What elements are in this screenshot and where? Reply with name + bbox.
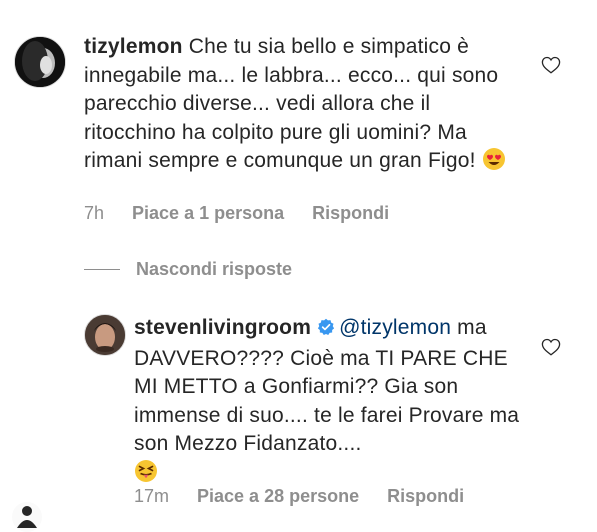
likes-count-link[interactable]: Piace a 1 persona (132, 203, 284, 224)
comment-meta: 7h Piace a 1 persona Rispondi (84, 203, 389, 224)
heart-eyes-emoji (482, 147, 506, 180)
likes-count-link[interactable]: Piace a 28 persone (197, 486, 359, 507)
hide-replies-button[interactable]: Nascondi risposte (84, 259, 292, 280)
like-heart-icon[interactable] (541, 56, 561, 79)
avatar[interactable] (84, 314, 126, 356)
divider-line (84, 269, 120, 270)
comment-time[interactable]: 7h (84, 203, 104, 224)
reply-meta: 17m Piace a 28 persone Rispondi (134, 486, 464, 507)
comment-username[interactable]: tizylemon (84, 35, 183, 58)
reply-button[interactable]: Rispondi (312, 203, 389, 224)
reply-time[interactable]: 17m (134, 486, 169, 507)
reply-button[interactable]: Rispondi (387, 486, 464, 507)
reply-item: stevenlivingroom @tizylemon ma DAVVERO???… (0, 300, 597, 518)
comment-text: tizylemon Che tu sia bello e simpatico è… (84, 33, 524, 180)
mention-link[interactable]: @tizylemon (339, 316, 451, 339)
avatar[interactable] (14, 36, 66, 88)
verified-badge-icon (317, 316, 335, 345)
reply-text: stevenlivingroom @tizylemon ma DAVVERO???… (134, 314, 524, 492)
reply-username[interactable]: stevenlivingroom (134, 316, 311, 339)
comment-item: tizylemon Che tu sia bello e simpatico è… (0, 0, 597, 240)
hide-replies-label: Nascondi risposte (136, 259, 293, 279)
avatar[interactable] (12, 502, 42, 532)
like-heart-icon[interactable] (541, 338, 561, 361)
